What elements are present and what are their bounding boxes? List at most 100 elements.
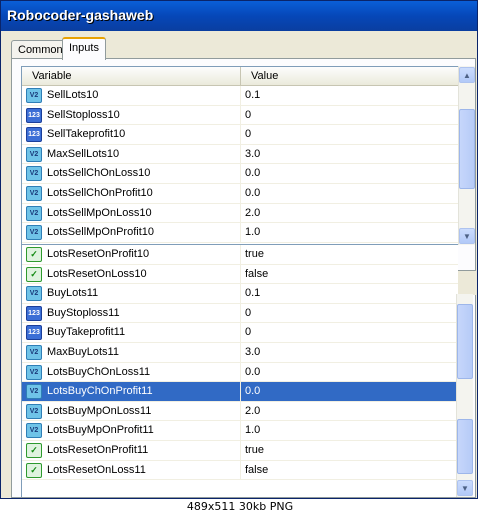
tab-inputs[interactable]: Inputs [62, 37, 106, 60]
variable-cell[interactable]: 123 BuyTakeprofit11 [22, 323, 241, 343]
bool-type-icon: ✓ [26, 266, 42, 282]
table-row[interactable]: V2 MaxBuyLots11 3.0 [22, 342, 458, 363]
variable-cell[interactable]: ✓ LotsResetOnProfit11 [22, 440, 241, 460]
value-cell[interactable]: 0 [241, 304, 251, 323]
value-cell[interactable]: 0.0 [241, 382, 260, 401]
scroll-down-icon[interactable]: ▼ [457, 480, 473, 496]
value-cell[interactable]: true [241, 245, 264, 264]
table-row[interactable]: V2 MaxSellLots10 3.0 [22, 144, 458, 165]
panel-edge [458, 270, 476, 295]
window-title: Robocoder-gashaweb [7, 7, 154, 23]
value-cell[interactable]: 0 [241, 323, 251, 342]
lower-scrollbar[interactable]: ▼ [456, 294, 473, 497]
table-row[interactable]: V2 LotsBuyChOnLoss11 0.0 [22, 362, 458, 383]
double-type-icon: V2 [26, 423, 42, 439]
double-type-icon: V2 [26, 185, 42, 201]
scroll-thumb[interactable] [457, 304, 473, 379]
double-type-icon: V2 [26, 286, 42, 302]
table-row[interactable]: ✓ LotsResetOnProfit11 true [22, 440, 458, 461]
table-row[interactable]: ✓ LotsResetOnLoss11 false [22, 460, 458, 481]
variable-name: LotsResetOnLoss10 [47, 267, 147, 280]
value-cell[interactable]: 0.0 [241, 184, 260, 203]
scroll-up-icon[interactable]: ▲ [459, 67, 475, 83]
inputs-grid-lower: ✓ LotsResetOnProfit10 true ✓ LotsResetOnLoss… [21, 245, 458, 497]
table-row[interactable]: V2 LotsSellMpOnProfit10 1.0 [22, 223, 458, 243]
variable-name: LotsBuyChOnProfit11 [47, 385, 153, 398]
variable-cell[interactable]: ✓ LotsResetOnProfit10 [22, 245, 241, 264]
double-type-icon: V2 [26, 225, 42, 241]
double-type-icon: V2 [26, 146, 42, 162]
value-cell[interactable]: 3.0 [241, 145, 260, 164]
variable-name: LotsBuyMpOnProfit11 [47, 424, 154, 437]
value-cell[interactable]: 1.0 [241, 421, 260, 440]
upper-scrollbar[interactable]: ▲ ▼ [458, 66, 475, 245]
variable-name: LotsResetOnProfit11 [47, 443, 149, 456]
variable-name: MaxSellLots10 [47, 147, 120, 160]
variable-name: LotsSellChOnLoss10 [47, 167, 151, 180]
variable-name: LotsSellMpOnLoss10 [47, 206, 152, 219]
variable-cell[interactable]: ✓ LotsResetOnLoss10 [22, 264, 241, 284]
value-cell[interactable]: false [241, 461, 268, 480]
value-cell[interactable]: 1.0 [241, 223, 260, 242]
table-row[interactable]: ✓ LotsResetOnProfit10 true [22, 245, 458, 265]
int-type-icon: 123 [26, 305, 42, 321]
value-cell[interactable]: 0.0 [241, 164, 260, 183]
value-cell[interactable]: 3.0 [241, 343, 260, 362]
scroll-thumb[interactable] [457, 419, 473, 474]
table-row[interactable]: 123 BuyStoploss11 0 [22, 303, 458, 324]
variable-cell[interactable]: V2 LotsSellChOnProfit10 [22, 183, 241, 203]
table-row[interactable]: ✓ LotsResetOnLoss10 false [22, 264, 458, 285]
scroll-thumb[interactable] [459, 109, 475, 189]
scroll-down-icon[interactable]: ▼ [459, 228, 475, 244]
column-header-value[interactable]: Value [241, 67, 278, 85]
image-info: 489x511 30kb PNG [0, 499, 480, 515]
variable-name: BuyTakeprofit11 [47, 326, 126, 339]
table-row[interactable]: V2 LotsSellMpOnLoss10 2.0 [22, 203, 458, 224]
table-row[interactable]: 123 SellTakeprofit10 0 [22, 125, 458, 145]
table-row[interactable]: V2 LotsSellChOnLoss10 0.0 [22, 164, 458, 184]
value-cell[interactable]: 0.0 [241, 363, 260, 382]
value-cell[interactable]: false [241, 265, 268, 284]
variable-cell[interactable]: V2 LotsBuyMpOnLoss11 [22, 401, 241, 421]
table-row[interactable]: V2 LotsBuyMpOnLoss11 2.0 [22, 401, 458, 422]
tab-common[interactable]: Common [11, 40, 70, 59]
variable-cell[interactable]: V2 LotsSellMpOnLoss10 [22, 203, 241, 223]
table-row[interactable]: V2 BuyLots11 0.1 [22, 284, 458, 304]
table-row[interactable]: 123 BuyTakeprofit11 0 [22, 323, 458, 343]
variable-name: SellTakeprofit10 [47, 128, 126, 141]
variable-name: LotsResetOnLoss11 [47, 463, 146, 476]
value-cell[interactable]: 2.0 [241, 204, 260, 223]
table-row[interactable]: V2 LotsBuyMpOnProfit11 1.0 [22, 421, 458, 441]
table-row[interactable]: 123 SellStoploss10 0 [22, 105, 458, 126]
column-header-variable[interactable]: Variable [22, 67, 241, 85]
table-row[interactable]: V2 LotsBuyChOnProfit11 0.0 [22, 382, 458, 402]
inputs-grid-upper: Variable Value V2 SellLots10 0.1 123 SellSto… [21, 66, 458, 245]
value-cell[interactable]: 0.1 [241, 86, 260, 105]
table-row[interactable]: V2 LotsSellChOnProfit10 0.0 [22, 183, 458, 204]
variable-cell[interactable]: 123 SellTakeprofit10 [22, 125, 241, 145]
value-cell[interactable]: 0.1 [241, 284, 260, 303]
variable-cell[interactable]: V2 LotsBuyMpOnProfit11 [22, 421, 241, 441]
variable-cell[interactable]: V2 LotsSellMpOnProfit10 [22, 223, 241, 243]
bool-type-icon: ✓ [26, 247, 42, 262]
variable-cell[interactable]: V2 MaxSellLots10 [22, 144, 241, 164]
variable-cell[interactable]: 123 SellStoploss10 [22, 105, 241, 125]
variable-name: LotsSellChOnProfit10 [47, 186, 153, 199]
variable-cell[interactable]: V2 LotsBuyChOnProfit11 [22, 382, 241, 402]
value-cell[interactable]: 2.0 [241, 402, 260, 421]
double-type-icon: V2 [26, 88, 42, 103]
value-cell[interactable]: 0 [241, 106, 251, 125]
variable-cell[interactable]: V2 BuyLots11 [22, 284, 241, 304]
variable-cell[interactable]: 123 BuyStoploss11 [22, 303, 241, 323]
variable-cell[interactable]: V2 MaxBuyLots11 [22, 342, 241, 362]
variable-cell[interactable]: V2 LotsBuyChOnLoss11 [22, 362, 241, 382]
double-type-icon: V2 [26, 205, 42, 221]
table-row[interactable]: V2 SellLots10 0.1 [22, 86, 458, 106]
value-cell[interactable]: true [241, 441, 264, 460]
value-cell[interactable]: 0 [241, 125, 251, 144]
double-type-icon: V2 [26, 403, 42, 419]
variable-cell[interactable]: ✓ LotsResetOnLoss11 [22, 460, 241, 480]
variable-cell[interactable]: V2 SellLots10 [22, 86, 241, 105]
variable-cell[interactable]: V2 LotsSellChOnLoss10 [22, 164, 241, 184]
title-bar[interactable]: Robocoder-gashaweb [1, 1, 477, 31]
